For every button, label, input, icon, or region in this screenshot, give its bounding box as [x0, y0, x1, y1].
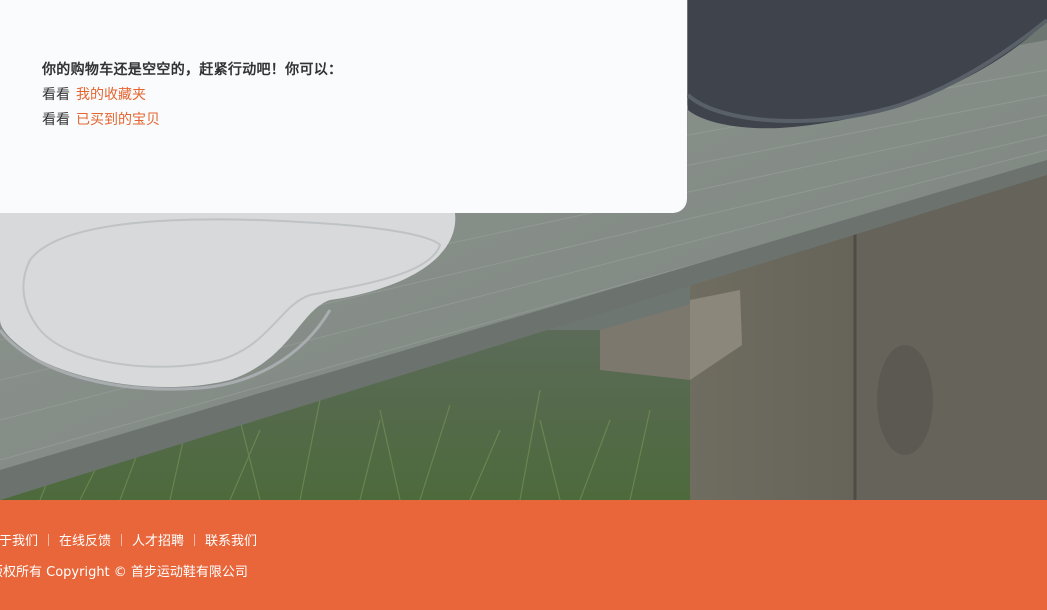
page: 你的购物车还是空空的，赶紧行动吧！你可以： 看看我的收藏夹 看看已买到的宝贝 关…: [0, 0, 1047, 610]
footer-separator: [121, 533, 123, 546]
suggestion-purchased: 看看 已买到的宝贝: [42, 109, 160, 129]
footer-separator: [194, 533, 196, 546]
empty-cart-panel: 你的购物车还是空空的，赶紧行动吧！你可以： 看看 我的收藏夹 看看 已买到的宝贝: [0, 0, 687, 213]
purchased-items-link[interactable]: 已买到的宝贝: [76, 112, 160, 128]
suggestion-prefix: 看看: [42, 87, 70, 103]
my-favorites-link[interactable]: 我的收藏夹: [76, 87, 146, 103]
footer-separator: [48, 533, 50, 546]
footer-links: 关于我们 在线反馈 人才招聘 联系我们: [0, 530, 257, 549]
footer-link-careers[interactable]: 人才招聘: [132, 530, 184, 549]
suggestion-favorites: 看看 我的收藏夹: [42, 84, 146, 104]
suggestion-prefix: 看看: [42, 112, 70, 128]
empty-cart-message: 你的购物车还是空空的，赶紧行动吧！你可以：: [42, 62, 343, 78]
footer-link-feedback[interactable]: 在线反馈: [59, 530, 111, 549]
footer-link-contact[interactable]: 联系我们: [205, 530, 257, 549]
footer: 关于我们 在线反馈 人才招聘 联系我们 版权所有 Copyright © 首步运…: [0, 500, 1047, 610]
footer-copyright: 版权所有 Copyright © 首步运动鞋有限公司: [0, 565, 248, 580]
footer-link-about[interactable]: 关于我们: [0, 530, 38, 549]
